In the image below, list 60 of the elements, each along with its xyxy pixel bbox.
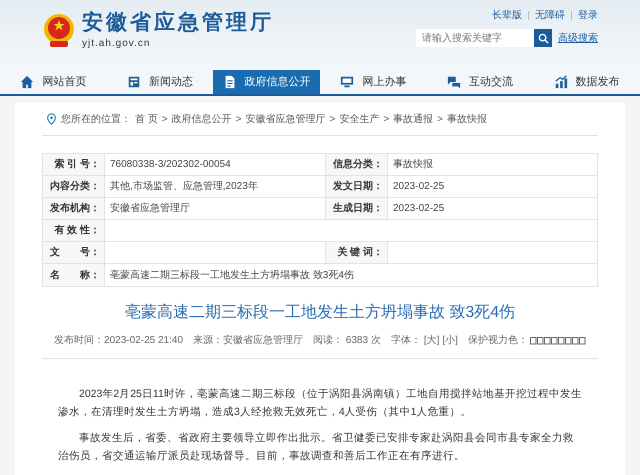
top-link[interactable]: 登录 — [578, 8, 598, 23]
nav-tab[interactable]: 互动交流 — [426, 70, 534, 94]
top-link[interactable]: 无障碍 — [535, 8, 565, 23]
table-label: 发文日期： — [326, 176, 388, 197]
breadcrumb-separator: > — [383, 112, 390, 126]
table-label: 信息分类： — [326, 154, 388, 175]
nav-tab[interactable]: 数据发布 — [533, 70, 640, 94]
emblem-icon — [42, 12, 76, 48]
newspaper-icon — [127, 75, 141, 89]
table-cell-text: 2023-02-25 — [392, 180, 446, 194]
home-icon — [20, 75, 34, 89]
article-meta: 来源：安徽省应急管理厅 — [193, 334, 304, 348]
monitor-icon — [340, 75, 354, 89]
color-swatches-icon[interactable] — [530, 336, 586, 344]
breadcrumb-link[interactable]: 首 页 — [135, 112, 158, 126]
table-label: 发布机构： — [43, 198, 105, 219]
table-label: 文 号： — [43, 242, 105, 263]
breadcrumb-link[interactable]: 安全生产 — [339, 112, 380, 126]
breadcrumb-separator: > — [329, 112, 336, 126]
search-button[interactable] — [534, 29, 552, 47]
chat-icon — [447, 75, 462, 89]
search-field[interactable]: 请输入搜索关键字 — [416, 29, 534, 47]
eye-care-label: 保护视力色： — [468, 334, 528, 348]
table-label: 生成日期： — [326, 198, 388, 219]
table-cell-text: 亳蒙高速二期三标段一工地发生土方坍塌事故 致3死4伤 — [109, 268, 355, 282]
document-icon — [222, 75, 237, 89]
breadcrumb-link[interactable]: 事故通报 — [393, 112, 434, 126]
table-label: 关 键 词： — [326, 242, 388, 263]
breadcrumb-separator: > — [437, 112, 443, 126]
breadcrumb-separator: > — [236, 112, 242, 126]
article-paragraph: 2023年2月25日11时许，亳蒙高速二期三标段（位于涡阳县涡南镇）工地自用搅拌站地基开挖过程中发生渗水，在清理时发生土方坍塌，造成3人经抢救无效死亡，4人受伤（其中1人危重）。 — [58, 387, 582, 420]
breadcrumb-link[interactable]: 安徽省应急管理厅 — [245, 112, 326, 126]
font-size-link[interactable]: [小] — [442, 333, 458, 348]
breadcrumb-label: 您所在的位置： — [61, 112, 131, 126]
font-size-link[interactable]: [大] — [424, 333, 440, 348]
advanced-search-link[interactable]: 高级搜索 — [558, 30, 598, 46]
article-meta: 阅读： 6383 次 — [313, 334, 381, 348]
table-cell-text: 2023-02-25 — [392, 202, 446, 216]
site-title: 安徽省应急管理厅 — [82, 10, 274, 36]
table-label: 有 效 性： — [43, 220, 105, 241]
breadcrumb-link[interactable]: 事故快报 — [447, 112, 487, 126]
breadcrumb-separator: > — [162, 112, 168, 126]
nav-tab[interactable]: 新闻动态 — [106, 70, 214, 94]
table-cell-text: 事故快报 — [392, 158, 434, 172]
font-size-label: 字体： — [390, 334, 421, 348]
table-label: 索 引 号： — [43, 154, 105, 175]
article-meta: 发布时间：2023-02-25 21:40 — [54, 334, 184, 348]
table-label: 内容分类： — [43, 176, 105, 197]
location-pin-icon — [46, 113, 57, 125]
nav-tab[interactable]: 政府信息公开 — [213, 70, 320, 94]
article-title: 亳蒙高速二期三标段一工地发生土方坍塌事故 致3死4伤 — [124, 302, 516, 323]
top-link[interactable]: 长辈版 — [492, 8, 522, 23]
article-paragraph: 事故发生后，省委、省政府主要领导立即作出批示。省卫健委已安排专家赴涡阳县会同市县专家全力救治伤员，省交通运输厅派员赴现场督导。目前，事故调查和善后工作正在有序进行。 — [58, 431, 575, 464]
nav-tab[interactable]: 网上办事 — [320, 70, 427, 94]
table-label: 名 称： — [43, 264, 105, 286]
nav-tab[interactable]: 网站首页 — [0, 70, 107, 94]
chart-icon — [554, 75, 568, 89]
site-domain: yjt.ah.gov.cn — [82, 37, 152, 51]
breadcrumb-link[interactable]: 政府信息公开 — [172, 112, 232, 126]
search-icon — [538, 32, 548, 44]
